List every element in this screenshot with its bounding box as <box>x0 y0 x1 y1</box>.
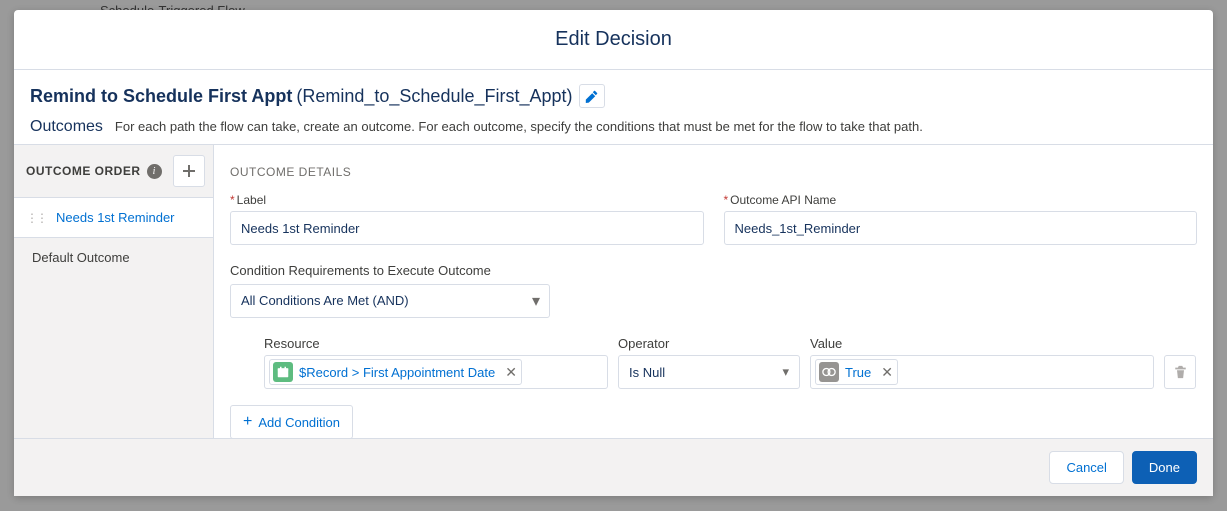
condition-row: Resource $Record > First Appointment Dat… <box>264 336 1197 389</box>
outcome-item-label: Needs 1st Reminder <box>56 210 175 225</box>
outcome-details-label: OUTCOME DETAILS <box>230 165 1197 179</box>
value-label: Value <box>810 336 1154 351</box>
drag-handle-icon[interactable]: ⋮⋮ <box>26 211 46 225</box>
modal-footer: Cancel Done <box>14 438 1213 496</box>
trash-icon <box>1174 365 1187 379</box>
resource-label: Resource <box>264 336 608 351</box>
outcome-item-needs-1st-reminder[interactable]: ⋮⋮ Needs 1st Reminder <box>14 197 213 238</box>
remove-resource-icon[interactable]: ✕ <box>505 364 517 381</box>
element-label: Remind to Schedule First Appt <box>30 86 292 107</box>
info-icon[interactable]: i <box>147 164 162 179</box>
cancel-button[interactable]: Cancel <box>1049 451 1123 484</box>
remove-value-icon[interactable]: ✕ <box>881 364 893 381</box>
outcome-item-default[interactable]: Default Outcome <box>14 238 213 277</box>
plus-icon <box>182 164 196 178</box>
add-condition-button[interactable]: + Add Condition <box>230 405 353 438</box>
plus-icon: + <box>243 414 252 430</box>
label-field-label: Label <box>237 193 266 207</box>
chevron-down-icon: ▾ <box>782 364 789 380</box>
operator-select[interactable]: Is Null ▾ <box>618 355 800 389</box>
resource-pill[interactable]: $Record > First Appointment Date ✕ <box>269 359 522 385</box>
element-api-name: (Remind_to_Schedule_First_Appt) <box>296 86 572 107</box>
resource-pill-text: $Record > First Appointment Date <box>299 365 495 380</box>
api-field-label: Outcome API Name <box>730 193 836 207</box>
date-icon <box>273 362 293 382</box>
outcome-label-input[interactable] <box>230 211 704 245</box>
pencil-icon <box>585 90 598 103</box>
value-pill[interactable]: True ✕ <box>815 359 898 385</box>
add-condition-label: Add Condition <box>258 415 340 430</box>
boolean-icon <box>819 362 839 382</box>
modal-title: Edit Decision <box>14 10 1213 70</box>
operator-label: Operator <box>618 336 800 351</box>
outcome-sidebar: OUTCOME ORDER i ⋮⋮ Needs 1st Reminder De… <box>14 145 214 438</box>
outcomes-heading: Outcomes <box>30 118 103 136</box>
value-input[interactable]: True ✕ <box>810 355 1154 389</box>
add-outcome-button[interactable] <box>173 155 205 187</box>
modal-header: Remind to Schedule First Appt (Remind_to… <box>14 70 1213 144</box>
value-pill-text: True <box>845 365 871 380</box>
done-button[interactable]: Done <box>1132 451 1197 484</box>
operator-value: Is Null <box>629 365 665 380</box>
condition-requirements-select[interactable]: All Conditions Are Met (AND) <box>230 284 550 318</box>
outcome-details-panel: OUTCOME DETAILS *Label *Outcome API Name… <box>214 145 1213 438</box>
resource-input[interactable]: $Record > First Appointment Date ✕ <box>264 355 608 389</box>
edit-decision-modal: Edit Decision Remind to Schedule First A… <box>14 10 1213 496</box>
outcomes-description: For each path the flow can take, create … <box>115 119 923 134</box>
edit-label-button[interactable] <box>579 84 605 108</box>
outcome-order-label: OUTCOME ORDER <box>26 164 141 178</box>
outcome-api-name-input[interactable] <box>724 211 1198 245</box>
outcome-item-label: Default Outcome <box>32 250 130 265</box>
condition-requirements-label: Condition Requirements to Execute Outcom… <box>230 263 1197 278</box>
delete-condition-button[interactable] <box>1164 355 1196 389</box>
